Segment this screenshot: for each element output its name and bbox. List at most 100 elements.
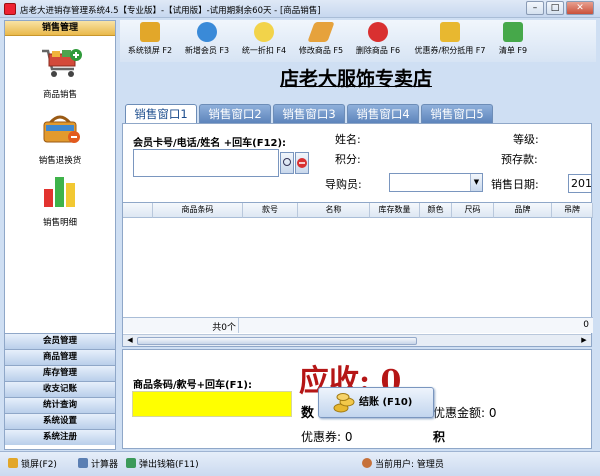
discount-amount: 优惠金额: 0: [433, 404, 497, 421]
sidebar-item-label: 销售明细: [42, 218, 77, 228]
delete-product-button[interactable]: 删除商品 F6: [352, 22, 404, 56]
member-search-button[interactable]: [280, 152, 294, 174]
sidebar-header[interactable]: 销售管理: [5, 21, 115, 36]
member-name-label: 姓名:: [335, 133, 361, 146]
sidebar-item-details[interactable]: 销售明细: [5, 171, 115, 228]
status-lock-label: 锁屏(F2): [21, 460, 57, 470]
sales-date-label: 销售日期:: [491, 178, 539, 191]
coins-icon: [333, 393, 355, 413]
edit-product-button[interactable]: 修改商品 F5: [295, 22, 347, 56]
checkout-button-label: 结账 (F10): [359, 397, 413, 408]
nav-accounting[interactable]: 收支记账: [5, 381, 115, 397]
barcode-input[interactable]: [132, 391, 292, 417]
return-basket-icon: [43, 115, 80, 143]
status-bar: 锁屏(F2) 计算器 弹出钱箱(F11) 当前用户: 管理员: [0, 451, 600, 476]
coupon-points-button[interactable]: 优惠券/积分抵用 F7: [409, 22, 491, 56]
lock-screen-button[interactable]: 系统锁屏 F2: [124, 22, 176, 56]
lightbulb-icon: [254, 22, 274, 42]
tab-sales-window-1[interactable]: 销售窗口1: [125, 104, 197, 124]
user-icon: [362, 458, 372, 468]
status-cash-drawer[interactable]: 弹出钱箱(F11): [126, 457, 199, 470]
sidebar-item-label: 商品销售: [42, 90, 77, 100]
sales-guide-select[interactable]: ▼: [389, 173, 483, 192]
status-user-label: 当前用户: 管理员: [375, 460, 444, 470]
member-prepaid-label: 预存款:: [501, 153, 538, 166]
discount-label: 优惠金额:: [433, 406, 486, 420]
horizontal-scrollbar[interactable]: ◀ ▶: [123, 334, 591, 346]
toolbar-label: 删除商品 F6: [355, 46, 401, 55]
member-points-label: 积分:: [335, 153, 361, 166]
nav-statistics[interactable]: 统计查询: [5, 397, 115, 413]
nav-member-management[interactable]: 会员管理: [5, 333, 115, 349]
clear-icon: [297, 158, 307, 168]
column-header[interactable]: 库存数量: [370, 203, 420, 218]
scroll-right-icon[interactable]: ▶: [579, 336, 589, 346]
nav-product-management[interactable]: 商品管理: [5, 349, 115, 365]
nav-system-registration[interactable]: 系统注册: [5, 429, 115, 445]
scroll-left-icon[interactable]: ◀: [125, 336, 135, 346]
toolbar-label: 优惠券/积分抵用 F7: [414, 46, 486, 55]
sidebar-item-returns[interactable]: 销售退换货: [5, 109, 115, 166]
status-lock[interactable]: 锁屏(F2): [8, 457, 57, 470]
member-search-input[interactable]: [133, 149, 279, 177]
search-icon: [283, 158, 291, 166]
nav-system-settings[interactable]: 系统设置: [5, 413, 115, 429]
tab-sales-window-3[interactable]: 销售窗口3: [273, 104, 345, 123]
minimize-button[interactable]: –: [526, 1, 544, 15]
column-header[interactable]: 品牌: [494, 203, 552, 218]
sidebar: 销售管理 商品销售 销售退换货 销售明细 会员管理 商品管理 库存管理 收支记账…: [4, 20, 116, 450]
column-header[interactable]: 名称: [298, 203, 370, 218]
column-header[interactable]: 尺码: [452, 203, 494, 218]
sales-guide-label: 导购员:: [325, 178, 362, 191]
tab-sales-window-5[interactable]: 销售窗口5: [421, 104, 493, 123]
pencil-icon: [307, 22, 335, 42]
grid-total-sum: 0: [583, 320, 589, 330]
member-search-label: 会员卡号/电话/姓名 +回车(F12):: [133, 138, 287, 149]
close-button[interactable]: ✕: [566, 1, 594, 15]
column-header[interactable]: 商品条码: [153, 203, 243, 218]
product-grid: 商品条码 款号 名称 库存数量 颜色 尺码 品牌 吊牌 共0个 0 ◀ ▶: [122, 202, 593, 347]
window-title: 店老大进销存管理系统4.5【专业版】-【试用版】-试用期剩余60天 - [商品销…: [20, 6, 321, 16]
member-clear-button[interactable]: [295, 152, 309, 174]
checkout-button[interactable]: 结账 (F10): [318, 387, 434, 418]
status-calculator-label: 计算器: [91, 460, 119, 470]
barcode-label: 商品条码/款号+回车(F1):: [133, 380, 252, 391]
sidebar-item-sales[interactable]: 商品销售: [5, 45, 115, 100]
sales-date-input[interactable]: 201: [568, 174, 592, 193]
tab-sales-window-4[interactable]: 销售窗口4: [347, 104, 419, 123]
quantity-label: 数: [301, 406, 315, 421]
discount-value: 0: [488, 406, 497, 420]
column-header[interactable]: 款号: [243, 203, 298, 218]
toolbar-label: 新增会员 F3: [184, 46, 230, 55]
column-header[interactable]: [123, 203, 153, 218]
sidebar-splitter[interactable]: [117, 226, 121, 266]
unified-discount-button[interactable]: 统一折扣 F4: [238, 22, 290, 56]
sidebar-item-label: 销售退换货: [38, 156, 82, 166]
toolbar-label: 统一折扣 F4: [241, 46, 287, 55]
add-member-button[interactable]: 新增会员 F3: [181, 22, 233, 56]
column-header[interactable]: 吊牌: [552, 203, 593, 218]
toolbar-label: 系统锁屏 F2: [127, 46, 173, 55]
shopping-cart-icon: [42, 49, 82, 77]
calculator-icon: [78, 458, 88, 468]
delete-icon: [368, 22, 388, 42]
points-partial-label: 积: [433, 430, 446, 444]
lock-icon: [140, 22, 160, 42]
toolbar: 系统锁屏 F2 新增会员 F3 统一折扣 F4 修改商品 F5 删除商品 F6 …: [120, 20, 596, 62]
title-bar: 店老大进销存管理系统4.5【专业版】-【试用版】-试用期剩余60天 - [商品销…: [0, 0, 600, 18]
tab-sales-window-2[interactable]: 销售窗口2: [199, 104, 271, 123]
status-calculator[interactable]: 计算器: [78, 457, 118, 470]
checkout-panel: 商品条码/款号+回车(F1): 应收: 0 数 优惠金额: 0 优惠券: 0 积…: [122, 349, 592, 449]
app-icon: [4, 3, 16, 15]
nav-inventory-management[interactable]: 库存管理: [5, 365, 115, 381]
column-header[interactable]: 颜色: [420, 203, 452, 218]
member-level-label: 等级:: [513, 133, 539, 146]
scrollbar-thumb[interactable]: [137, 337, 417, 345]
maximize-button[interactable]: □: [546, 1, 564, 15]
lock-icon: [8, 458, 18, 468]
basket-icon: [503, 22, 523, 42]
cash-drawer-icon: [126, 458, 136, 468]
list-button[interactable]: 清单 F9: [494, 22, 532, 56]
status-current-user: 当前用户: 管理员: [362, 457, 456, 470]
add-user-icon: [197, 22, 217, 42]
